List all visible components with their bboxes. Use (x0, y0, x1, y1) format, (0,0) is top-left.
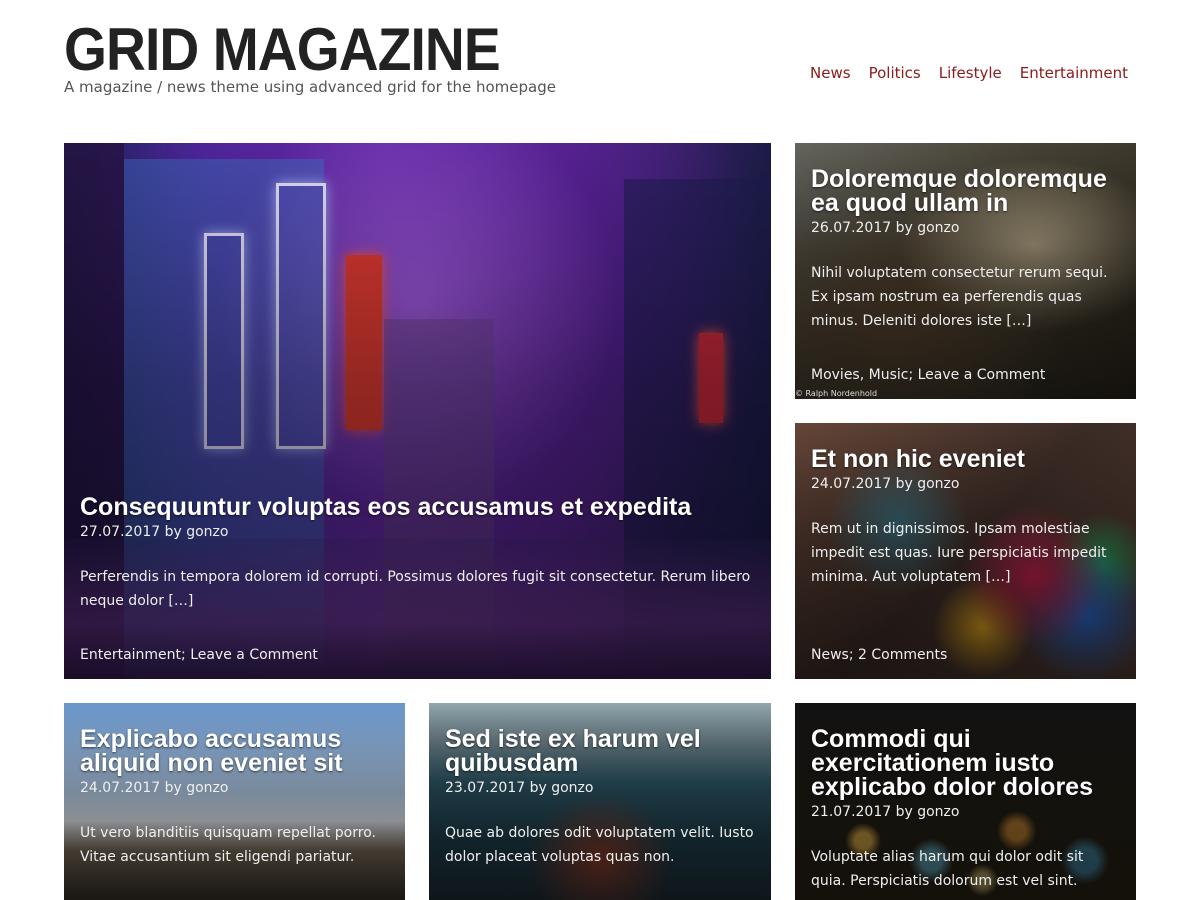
post-excerpt: Perferendis in tempora dolorem id corrup… (80, 569, 751, 609)
nav-item-lifestyle[interactable]: Lifestyle (939, 64, 1002, 82)
post-excerpt: Ut vero blanditiis quisquam repellat por… (80, 825, 376, 865)
bottom-post-card[interactable]: Explicabo accusamus aliquid non eveniet … (64, 703, 405, 900)
bottom-post-card[interactable]: Sed iste ex harum vel quibusdam 23.07.20… (429, 703, 771, 900)
post-meta: 21.07.2017 by gonzo (811, 804, 960, 820)
post-excerpt: Nihil voluptatem consectetur rerum sequi… (811, 265, 1108, 329)
post-title[interactable]: Consequuntur voluptas eos accusamus et e… (80, 495, 755, 520)
featured-post-card[interactable]: Consequuntur voluptas eos accusamus et e… (64, 143, 771, 679)
site-tagline: A magazine / news theme using advanced g… (64, 78, 556, 96)
post-excerpt: Voluptate alias harum qui dolor odit sit… (811, 849, 1084, 889)
post-title[interactable]: Sed iste ex harum vel quibusdam (445, 727, 755, 776)
main-nav: News Politics Lifestyle Entertainment (810, 64, 1128, 82)
post-excerpt: Rem ut in dignissimos. Ipsam molestiae i… (811, 521, 1107, 585)
nav-item-news[interactable]: News (810, 64, 851, 82)
post-footer[interactable]: Movies, Music; Leave a Comment (811, 367, 1045, 383)
side-post-card[interactable]: Et non hic eveniet 24.07.2017 by gonzo R… (795, 423, 1136, 679)
post-footer[interactable]: Entertainment; Leave a Comment (80, 647, 318, 663)
site-header: GRID MAGAZINE A magazine / news theme us… (64, 18, 1136, 108)
site-title[interactable]: GRID MAGAZINE (64, 18, 501, 82)
photo-credit: © Ralph Nordenhold (795, 389, 878, 398)
post-footer[interactable]: News; 2 Comments (811, 647, 947, 663)
nav-item-entertainment[interactable]: Entertainment (1020, 64, 1128, 82)
post-meta: 24.07.2017 by gonzo (80, 780, 229, 796)
side-post-card[interactable]: Doloremque doloremque ea quod ullam in 2… (795, 143, 1136, 399)
post-meta: 23.07.2017 by gonzo (445, 780, 594, 796)
post-excerpt: Quae ab dolores odit voluptatem velit. I… (445, 825, 754, 865)
post-meta: 26.07.2017 by gonzo (811, 220, 960, 236)
post-meta: 24.07.2017 by gonzo (811, 476, 960, 492)
post-title[interactable]: Explicabo accusamus aliquid non eveniet … (80, 727, 389, 776)
post-meta: 27.07.2017 by gonzo (80, 524, 229, 540)
post-title[interactable]: Commodi qui exercitationem iusto explica… (811, 727, 1120, 800)
post-title[interactable]: Et non hic eveniet (811, 447, 1120, 472)
post-title[interactable]: Doloremque doloremque ea quod ullam in (811, 167, 1120, 216)
bottom-post-card[interactable]: Commodi qui exercitationem iusto explica… (795, 703, 1136, 900)
nav-item-politics[interactable]: Politics (869, 64, 921, 82)
